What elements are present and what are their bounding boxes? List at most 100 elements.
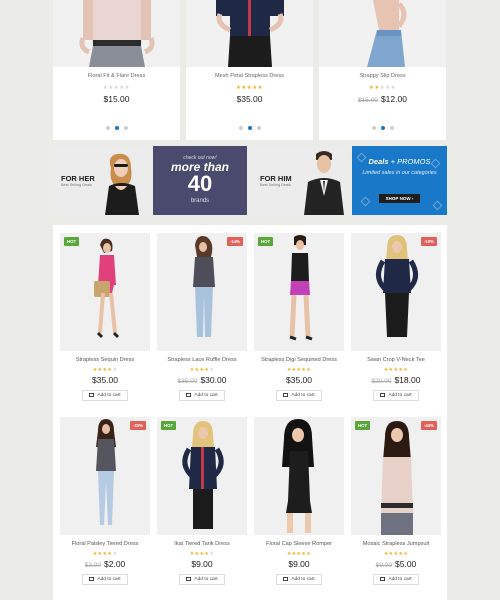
banner-big-number: 40 bbox=[187, 171, 213, 196]
rating-stars: ★★★★★ bbox=[286, 367, 312, 373]
product-price: $12.00 bbox=[380, 94, 407, 104]
rating-stars: ★★★★★ bbox=[383, 367, 409, 373]
banner-text: Limited sales in our categories bbox=[362, 170, 437, 176]
carousel-dots bbox=[53, 117, 180, 135]
hot-badge: HOT bbox=[161, 421, 177, 430]
banner-for-him[interactable]: FOR HIM Best Selling Deals bbox=[252, 146, 347, 215]
add-to-cart-button[interactable]: Add to cart bbox=[276, 390, 322, 401]
woman-model-photo bbox=[105, 153, 139, 215]
banner-40-brands[interactable]: check out now! more than 40 brands bbox=[153, 146, 247, 215]
add-to-cart-label: Add to cart bbox=[388, 393, 412, 398]
add-to-cart-button[interactable]: Add to cart bbox=[82, 390, 128, 401]
cart-icon bbox=[89, 576, 95, 581]
product-image[interactable] bbox=[186, 0, 313, 67]
carousel-dot-active[interactable] bbox=[247, 126, 252, 130]
add-to-cart-label: Add to cart bbox=[97, 393, 121, 398]
rating-stars: ★★★★★ bbox=[102, 85, 131, 91]
carousel-dot-active[interactable] bbox=[380, 126, 385, 130]
carousel-dot[interactable] bbox=[105, 126, 110, 130]
add-to-cart-button[interactable]: Add to cart bbox=[373, 574, 419, 585]
product-name[interactable]: Floral Fit & Flare Dress bbox=[53, 73, 180, 79]
rating-stars: ★★★★★ bbox=[383, 551, 409, 557]
product-image[interactable]: HOT bbox=[60, 233, 150, 351]
rating-stars: ★★★★★ bbox=[368, 85, 397, 91]
product-price: $35.00 bbox=[286, 375, 312, 385]
sale-badge: -10% bbox=[420, 237, 437, 246]
product-name[interactable]: Swan Crop V-Neck Tee bbox=[351, 357, 441, 363]
add-to-cart-label: Add to cart bbox=[194, 393, 218, 398]
product-image[interactable]: -10% bbox=[351, 233, 441, 351]
price: $9.00 bbox=[157, 559, 247, 569]
product-image[interactable]: -33% bbox=[60, 417, 150, 535]
banner-deals-promos[interactable]: Deals + PROMOS Limited sales in our cate… bbox=[352, 146, 447, 215]
price: $35.00 $30.00 bbox=[157, 375, 247, 385]
old-price: $9.00 bbox=[375, 562, 392, 569]
old-price: $3.00 bbox=[84, 562, 101, 569]
price: $20.00 $18.00 bbox=[351, 375, 441, 385]
price: $35.00 bbox=[186, 94, 313, 104]
decor-shape bbox=[360, 196, 371, 207]
add-to-cart-button[interactable]: Add to cart bbox=[179, 390, 225, 401]
add-to-cart-button[interactable]: Add to cart bbox=[276, 574, 322, 585]
carousel-dot-active[interactable] bbox=[114, 126, 119, 130]
top-product-card[interactable]: Floral Fit & Flare Dress ★★★★★ $15.00 bbox=[53, 0, 180, 140]
product-image[interactable] bbox=[319, 0, 446, 67]
carousel-dots bbox=[319, 117, 446, 135]
product-name[interactable]: Mosaic Strapless Jumpsuit bbox=[351, 541, 441, 547]
product-image[interactable]: HOT bbox=[157, 417, 247, 535]
rating-stars: ★★★★★ bbox=[189, 551, 215, 557]
add-to-cart-button[interactable]: Add to cart bbox=[179, 574, 225, 585]
top-product-card[interactable]: Mesh Petal Strapless Dress ★★★★★ $35.00 bbox=[186, 0, 313, 140]
product-name[interactable]: Ikat Tiered Tank Dress bbox=[157, 541, 247, 547]
carousel-dot[interactable] bbox=[256, 126, 261, 130]
product-image[interactable]: HOT -44% bbox=[351, 417, 441, 535]
add-to-cart-label: Add to cart bbox=[388, 577, 412, 582]
price: $9.00 $5.00 bbox=[351, 559, 441, 569]
sale-badge: -44% bbox=[420, 421, 437, 430]
product-image[interactable] bbox=[53, 0, 180, 67]
carousel-dot[interactable] bbox=[238, 126, 243, 130]
old-price: $15.00 bbox=[358, 97, 378, 104]
old-price: $20.00 bbox=[371, 378, 392, 385]
hot-badge: HOT bbox=[64, 237, 80, 246]
product-name[interactable]: Strapless Lace Ruffle Dress bbox=[157, 357, 247, 363]
carousel-dots bbox=[186, 117, 313, 135]
add-to-cart-button[interactable]: Add to cart bbox=[373, 390, 419, 401]
cart-icon bbox=[89, 392, 95, 397]
cart-icon bbox=[283, 576, 289, 581]
cart-icon bbox=[380, 576, 386, 581]
price: $35.00 bbox=[254, 375, 344, 385]
product-name[interactable]: Floral Cap Sleeve Romper bbox=[254, 541, 344, 547]
price: $3.00 $2.00 bbox=[60, 559, 150, 569]
carousel-dot[interactable] bbox=[389, 126, 394, 130]
product-name[interactable]: Strapless Digi Sequined Dress bbox=[254, 357, 344, 363]
banner-for-her[interactable]: FOR HER Best Selling Deals bbox=[53, 146, 148, 215]
banner-title: Deals + PROMOS bbox=[352, 157, 447, 166]
add-to-cart-button[interactable]: Add to cart bbox=[82, 574, 128, 585]
product-name[interactable]: Strappy Slip Dress bbox=[319, 73, 446, 79]
product-price: $35.00 bbox=[92, 375, 118, 385]
product-image[interactable]: HOT bbox=[254, 233, 344, 351]
product-price: $5.00 bbox=[395, 559, 417, 569]
cart-icon bbox=[186, 392, 192, 397]
product-image[interactable] bbox=[254, 417, 344, 535]
product-price: $9.00 bbox=[191, 559, 213, 569]
price: $15.00 bbox=[53, 94, 180, 104]
product-name[interactable]: Strapless Sequin Dress bbox=[60, 357, 150, 363]
top-product-card[interactable]: Strappy Slip Dress ★★★★★ $15.00 $12.00 bbox=[319, 0, 446, 140]
rating-stars: ★★★★★ bbox=[286, 551, 312, 557]
shop-now-button[interactable]: SHOP NOW › bbox=[379, 194, 420, 203]
add-to-cart-label: Add to cart bbox=[291, 393, 315, 398]
product-price: $18.00 bbox=[394, 375, 421, 385]
price: $15.00 $12.00 bbox=[319, 94, 446, 104]
product-name[interactable]: Floral Paisley Tiered Dress bbox=[60, 541, 150, 547]
product-image[interactable]: -14% bbox=[157, 233, 247, 351]
hot-badge: HOT bbox=[355, 421, 371, 430]
product-name[interactable]: Mesh Petal Strapless Dress bbox=[186, 73, 313, 79]
carousel-dot[interactable] bbox=[123, 126, 128, 130]
sale-badge: -14% bbox=[226, 237, 243, 246]
carousel-dot[interactable] bbox=[371, 126, 376, 130]
old-price: $35.00 bbox=[177, 378, 198, 385]
price: $9.00 bbox=[254, 559, 344, 569]
product-price: $9.00 bbox=[288, 559, 310, 569]
